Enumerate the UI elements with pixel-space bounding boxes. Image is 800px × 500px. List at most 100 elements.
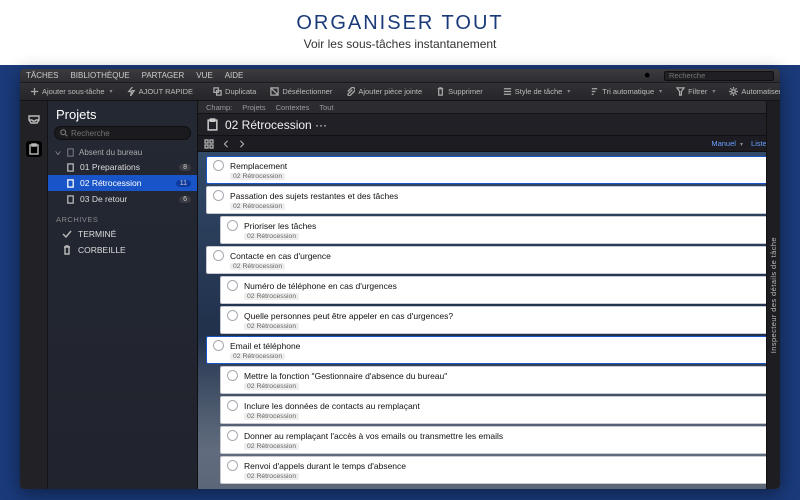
sort-button[interactable]: Tri automatique▾ <box>586 86 666 97</box>
task-project-tag: 02 Rétrocession <box>230 203 285 210</box>
grid-icon[interactable] <box>204 139 214 149</box>
attach-button[interactable]: Ajouter pièce jointe <box>342 86 426 97</box>
deselect-icon <box>270 87 279 96</box>
trash-icon <box>436 87 445 96</box>
crumb-contexts[interactable]: Contextes <box>276 103 310 112</box>
sort-mode-manual[interactable]: Manuel ▾ <box>711 139 743 148</box>
filter-label: Filtrer <box>688 87 707 96</box>
deselect-label: Désélectionner <box>282 87 332 96</box>
rail-projects-button[interactable] <box>26 141 42 157</box>
task-row[interactable]: Remplacement02 Rétrocession <box>206 156 768 184</box>
clipboard-icon <box>28 143 40 155</box>
task-row[interactable]: Quelle personnes peut être appeler en ca… <box>220 306 768 334</box>
task-row[interactable]: Mettre la fonction "Gestionnaire d'absen… <box>220 366 768 394</box>
task-project-tag: 02 Rétrocession <box>244 413 299 420</box>
sidebar-item-label: 01 Preparations <box>80 162 140 172</box>
crumb-projects[interactable]: Projets <box>242 103 265 112</box>
sidebar-trash[interactable]: CORBEILLE <box>48 242 197 258</box>
task-checkbox[interactable] <box>213 160 224 171</box>
task-title: Renvoi d'appels durant le temps d'absenc… <box>244 461 406 471</box>
crumb-all[interactable]: Tout <box>319 103 333 112</box>
task-checkbox[interactable] <box>213 250 224 261</box>
task-checkbox[interactable] <box>227 430 238 441</box>
inspector-handle[interactable]: Inspecteur des détails de tâche <box>766 101 780 489</box>
sidebar-item-badge: 8 <box>179 164 191 171</box>
chevron-left-icon[interactable] <box>222 140 230 148</box>
deselect-button[interactable]: Désélectionner <box>266 86 336 97</box>
task-row[interactable]: Inclure les données de contacts au rempl… <box>220 396 768 424</box>
main-panel: Champ: Projets Contextes Tout 02 Rétroce… <box>198 101 780 489</box>
task-checkbox[interactable] <box>227 280 238 291</box>
task-row[interactable]: Renvoi d'appels durant le temps d'absenc… <box>220 456 768 484</box>
task-title: Donner au remplaçant l'accès à vos email… <box>244 431 503 441</box>
sidebar-item-badge: 11 <box>176 180 191 187</box>
task-project-tag: 02 Rétrocession <box>244 383 299 390</box>
menu-view[interactable]: VUE <box>196 71 212 80</box>
automate-label: Automatiser <box>741 87 780 96</box>
sort-label: Tri automatique <box>602 87 654 96</box>
task-title: Numéro de téléphone en cas d'urgences <box>244 281 397 291</box>
task-checkbox[interactable] <box>227 460 238 471</box>
delete-button[interactable]: Supprimer <box>432 86 487 97</box>
task-row[interactable]: Email et téléphone02 Rétrocession <box>206 336 768 364</box>
task-checkbox[interactable] <box>213 190 224 201</box>
inspector-label: Inspecteur des détails de tâche <box>769 237 778 353</box>
search-icon <box>644 72 652 80</box>
task-list: Remplacement02 RétrocessionPassation des… <box>198 152 780 489</box>
menu-library[interactable]: BIBLIOTHÈQUE <box>70 71 129 80</box>
sidebar-done-label: TERMINÉ <box>78 229 116 239</box>
sidebar-search[interactable] <box>54 126 191 140</box>
plus-icon <box>30 87 39 96</box>
task-checkbox[interactable] <box>227 220 238 231</box>
chevron-right-icon[interactable] <box>238 140 246 148</box>
sidebar-trash-label: CORBEILLE <box>78 245 126 255</box>
menu-tasks[interactable]: TÂCHES <box>26 71 58 80</box>
task-row[interactable]: Prioriser les tâches02 Rétrocession <box>220 216 768 244</box>
duplicate-icon <box>213 87 222 96</box>
sidebar-group-away[interactable]: Absent du bureau <box>48 146 197 159</box>
filter-button[interactable]: Filtrer▾ <box>672 86 719 97</box>
clipboard-icon <box>66 179 75 188</box>
menu-help[interactable]: AIDE <box>225 71 244 80</box>
gear-icon <box>729 87 738 96</box>
sidebar-item-preparations[interactable]: 01 Preparations 8 <box>48 159 197 175</box>
task-checkbox[interactable] <box>227 370 238 381</box>
clipboard-icon <box>66 148 75 157</box>
automate-button[interactable]: Automatiser▾ <box>725 86 780 97</box>
task-row[interactable]: Numéro de téléphone en cas d'urgences02 … <box>220 276 768 304</box>
bolt-icon <box>127 87 136 96</box>
task-checkbox[interactable] <box>213 340 224 351</box>
sidebar-done[interactable]: TERMINÉ <box>48 226 197 242</box>
sort-icon <box>590 87 599 96</box>
inbox-icon <box>28 113 40 125</box>
task-title: Prioriser les tâches <box>244 221 316 231</box>
sidebar-search-input[interactable] <box>71 129 185 138</box>
sidebar-title: Projets <box>48 101 197 126</box>
task-row[interactable]: Donner au remplaçant l'accès à vos email… <box>220 426 768 454</box>
sidebar-item-retour[interactable]: 03 De retour 6 <box>48 191 197 207</box>
duplicate-button[interactable]: Duplicata <box>209 86 260 97</box>
task-checkbox[interactable] <box>227 310 238 321</box>
funnel-icon <box>676 87 685 96</box>
add-subtask-button[interactable]: Ajouter sous-tâche▾ <box>26 86 117 97</box>
task-row[interactable]: Contacte en cas d'urgence02 Rétrocession <box>206 246 768 274</box>
task-style-button[interactable]: Style de tâche▾ <box>499 86 575 97</box>
menu-share[interactable]: PARTAGER <box>142 71 185 80</box>
check-icon <box>62 229 72 239</box>
task-title: Email et téléphone <box>230 341 300 351</box>
task-checkbox[interactable] <box>227 400 238 411</box>
hero-title: ORGANISER TOUT <box>0 12 800 35</box>
sidebar-item-retrocession[interactable]: 02 Rétrocession 11 <box>48 175 197 191</box>
global-search-input[interactable] <box>664 71 774 81</box>
task-project-tag: 02 Rétrocession <box>230 173 285 180</box>
clipboard-icon <box>66 163 75 172</box>
project-header: 02 Rétrocession ··· <box>198 114 780 136</box>
task-row[interactable]: Passation des sujets restantes et des tâ… <box>206 186 768 214</box>
hero-subtitle: Voir les sous-tâches instantanement <box>0 37 800 51</box>
project-title: 02 Rétrocession ··· <box>225 118 327 132</box>
quick-add-button[interactable]: AJOUT RAPIDE <box>123 86 197 97</box>
rail-inbox-button[interactable] <box>26 111 42 127</box>
task-title: Mettre la fonction "Gestionnaire d'absen… <box>244 371 447 381</box>
chevron-down-icon <box>54 149 62 157</box>
trash-icon <box>62 245 72 255</box>
